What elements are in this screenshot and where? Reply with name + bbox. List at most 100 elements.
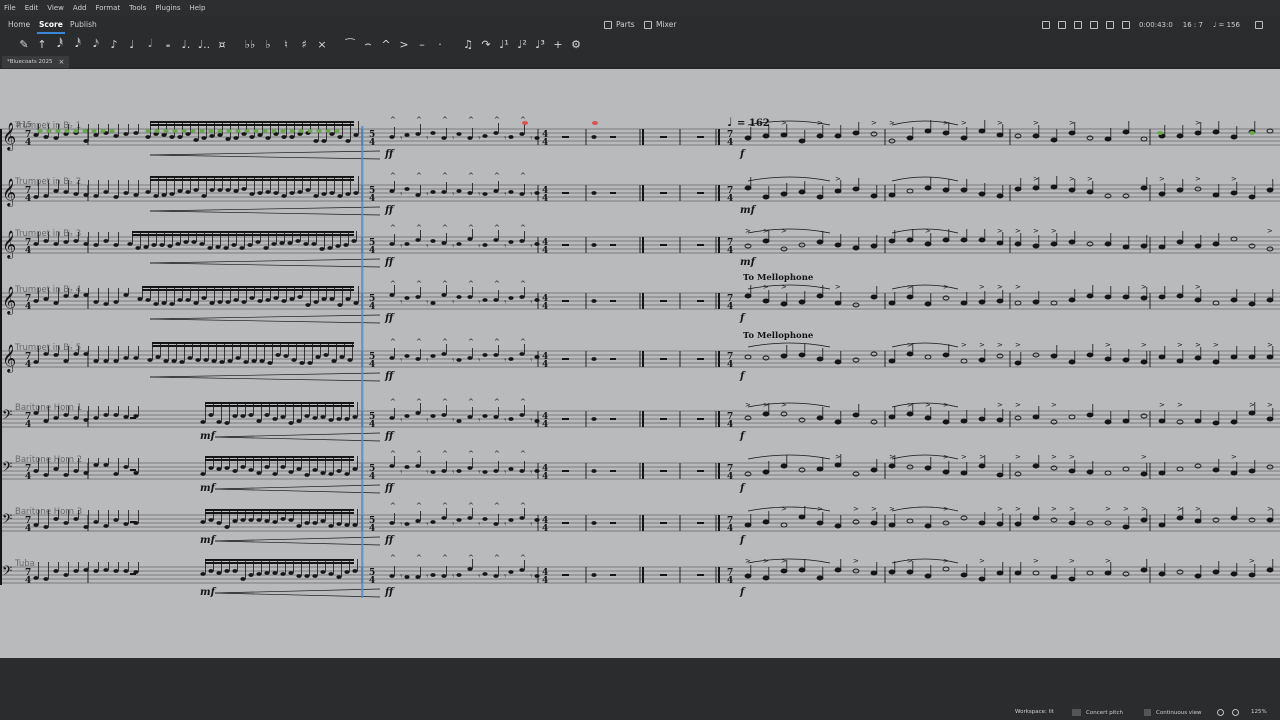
tenuto-icon[interactable]: – (413, 35, 431, 53)
loop-icon[interactable] (1090, 21, 1098, 29)
note (328, 472, 334, 476)
sharp-icon[interactable]: ♯ (295, 35, 313, 53)
staccato-icon[interactable]: · (431, 35, 449, 53)
whole-note-icon[interactable]: 𝅝 (159, 35, 177, 53)
staff-6[interactable]: Baritone Horn 1𝄢 74544474^𝄾^𝄾^𝄾^𝄾^𝄾^𝄾> > > >… (0, 398, 1280, 442)
note (906, 237, 914, 243)
staff-1[interactable]: Trumpet in B♭ 1𝄞74544474^𝄾^𝄾^𝄾^𝄾^𝄾^𝄾>>>>… (0, 116, 1280, 160)
out-of-range-note (172, 129, 178, 133)
menu-plugins[interactable]: Plugins (155, 4, 180, 12)
marcato-icon[interactable]: ^ (377, 35, 395, 53)
accent-marker-icon[interactable]: ↑ (33, 35, 51, 53)
menu-add[interactable]: Add (73, 4, 87, 12)
drag-handle-icon[interactable] (1042, 21, 1050, 29)
tuplet-icon[interactable]: ♫ (459, 35, 477, 53)
voice-2-icon[interactable]: ♩² (513, 35, 531, 53)
zoom-in-button[interactable] (1232, 709, 1243, 716)
rest: 𝄾 (478, 468, 481, 478)
zoom-out-button[interactable] (1217, 709, 1228, 716)
add-icon[interactable]: + (549, 35, 567, 53)
rest: 𝄾 (452, 190, 455, 200)
menu-format[interactable]: Format (95, 4, 120, 12)
playback-settings-icon[interactable] (1122, 21, 1130, 29)
note-input-icon[interactable]: ✎ (15, 35, 33, 53)
note (1248, 194, 1256, 200)
document-tab[interactable]: *Bluecoats 2025 × (2, 56, 70, 68)
note (744, 471, 752, 477)
eighth-note-icon[interactable]: ♪ (105, 35, 123, 53)
customize-toolbar-icon[interactable]: ⚙ (567, 35, 585, 53)
accent-mark: ^ (442, 502, 448, 510)
accent-mark: ^ (520, 172, 526, 180)
rest-icon[interactable]: ¤ (213, 35, 231, 53)
playback-tempo[interactable]: ♩ = 156 (1213, 21, 1240, 29)
accent-mark: ^ (520, 338, 526, 346)
menu-view[interactable]: View (47, 4, 64, 12)
note (1014, 300, 1022, 306)
staff-7[interactable]: Baritone Horn 2𝄢 74544474^𝄾^𝄾^𝄾^𝄾^𝄾^𝄾> > > >… (0, 450, 1280, 494)
zoom-level[interactable]: 125% (1251, 709, 1267, 715)
rewind-icon[interactable] (1058, 21, 1066, 29)
parts-button[interactable]: Parts (604, 18, 635, 32)
tie-icon[interactable]: ⁀ (341, 35, 359, 53)
staff-3[interactable]: Trumpet in B♭ 3𝄞74544474^𝄾^𝄾^𝄾^𝄾^𝄾^𝄾>>>>… (0, 224, 1280, 268)
workspace-selector[interactable]: Workspace: lit (1015, 709, 1054, 715)
menu-edit[interactable]: Edit (25, 4, 39, 12)
half-note-icon[interactable]: 𝅗𝅥 (141, 35, 159, 53)
flip-direction-icon[interactable]: ↷ (477, 35, 495, 53)
accent-icon[interactable]: > (395, 35, 413, 53)
staff-2[interactable]: Trumpet in B♭ 2𝄞74544474^𝄾^𝄾^𝄾^𝄾^𝄾^𝄾>>>>… (0, 172, 1280, 216)
voice-1-icon[interactable]: ♩¹ (495, 35, 513, 53)
note (441, 516, 447, 520)
score-svg[interactable]: #15Trumpet in B♭ 1𝄞74544474^𝄾^𝄾^𝄾^𝄾^𝄾^𝄾>… (0, 69, 1280, 658)
64th-note-icon[interactable]: 𝅘𝅥𝅱 (51, 35, 69, 53)
32nd-note-icon[interactable]: 𝅘𝅥𝅰 (69, 35, 87, 53)
rest (562, 358, 569, 360)
score-canvas[interactable]: #15Trumpet in B♭ 1𝄞74544474^𝄾^𝄾^𝄾^𝄾^𝄾^𝄾>… (0, 69, 1280, 658)
time-signature: 4 (542, 246, 548, 256)
note (264, 519, 270, 523)
double-sharp-icon[interactable]: × (313, 35, 331, 53)
staff-8[interactable]: Baritone Horn 3𝄢 74544474^𝄾^𝄾^𝄾^𝄾^𝄾^𝄾> > > >… (0, 502, 1280, 546)
note (534, 355, 540, 359)
dot-icon[interactable]: ♩. (177, 35, 195, 53)
mixer-button[interactable]: Mixer (644, 18, 676, 32)
tab-home[interactable]: Home (2, 16, 36, 34)
concert-pitch-toggle[interactable]: Concert pitch (1072, 709, 1123, 716)
note (33, 576, 39, 580)
slur-icon[interactable]: ⌢ (359, 35, 377, 53)
tab-publish[interactable]: Publish (64, 16, 103, 34)
note (232, 569, 238, 573)
quarter-note-icon[interactable]: ♩ (123, 35, 141, 53)
undo-icon[interactable] (1254, 21, 1263, 29)
natural-icon[interactable]: ♮ (277, 35, 295, 53)
note (1086, 412, 1094, 418)
close-icon[interactable]: × (58, 56, 64, 68)
staff-5[interactable]: Trumpet in B♭ 5𝄞74544474^𝄾^𝄾^𝄾^𝄾^𝄾^𝄾>>>>… (0, 331, 1280, 382)
staff-9[interactable]: Tuba𝄢 74544474^𝄾^𝄾^𝄾^𝄾^𝄾^𝄾> > > > > > > > > > >ff fm… (0, 554, 1280, 598)
treble-clef: 𝄞 (2, 230, 16, 259)
rest: 𝄾 (452, 520, 455, 530)
accent-mark: > (1069, 119, 1075, 127)
note (113, 195, 119, 199)
metronome-icon[interactable] (1106, 21, 1114, 29)
double-flat-icon[interactable]: ♭♭ (241, 35, 259, 53)
staff-4[interactable]: Trumpet in B♭ 4𝄞74544474^𝄾^𝄾^𝄾^𝄾^𝄾^𝄾>>>>… (0, 273, 1280, 324)
note (1158, 470, 1166, 476)
note (798, 467, 806, 473)
flat-icon[interactable]: ♭ (259, 35, 277, 53)
menu-help[interactable]: Help (189, 4, 205, 12)
menu-tools[interactable]: Tools (129, 4, 146, 12)
menu-file[interactable]: File (4, 4, 16, 12)
play-pause-icon[interactable] (1074, 21, 1082, 29)
view-mode-selector[interactable]: Continuous view (1144, 709, 1201, 716)
16th-note-icon[interactable]: 𝅘𝅥𝅯 (87, 35, 105, 53)
note (441, 136, 447, 140)
note (534, 419, 540, 423)
note (248, 468, 254, 472)
double-dot-icon[interactable]: ♩.. (195, 35, 213, 53)
voice-3-icon[interactable]: ♩³ (531, 35, 549, 53)
note (591, 573, 597, 577)
bass-clef: 𝄢 (2, 407, 12, 426)
note (762, 469, 770, 475)
